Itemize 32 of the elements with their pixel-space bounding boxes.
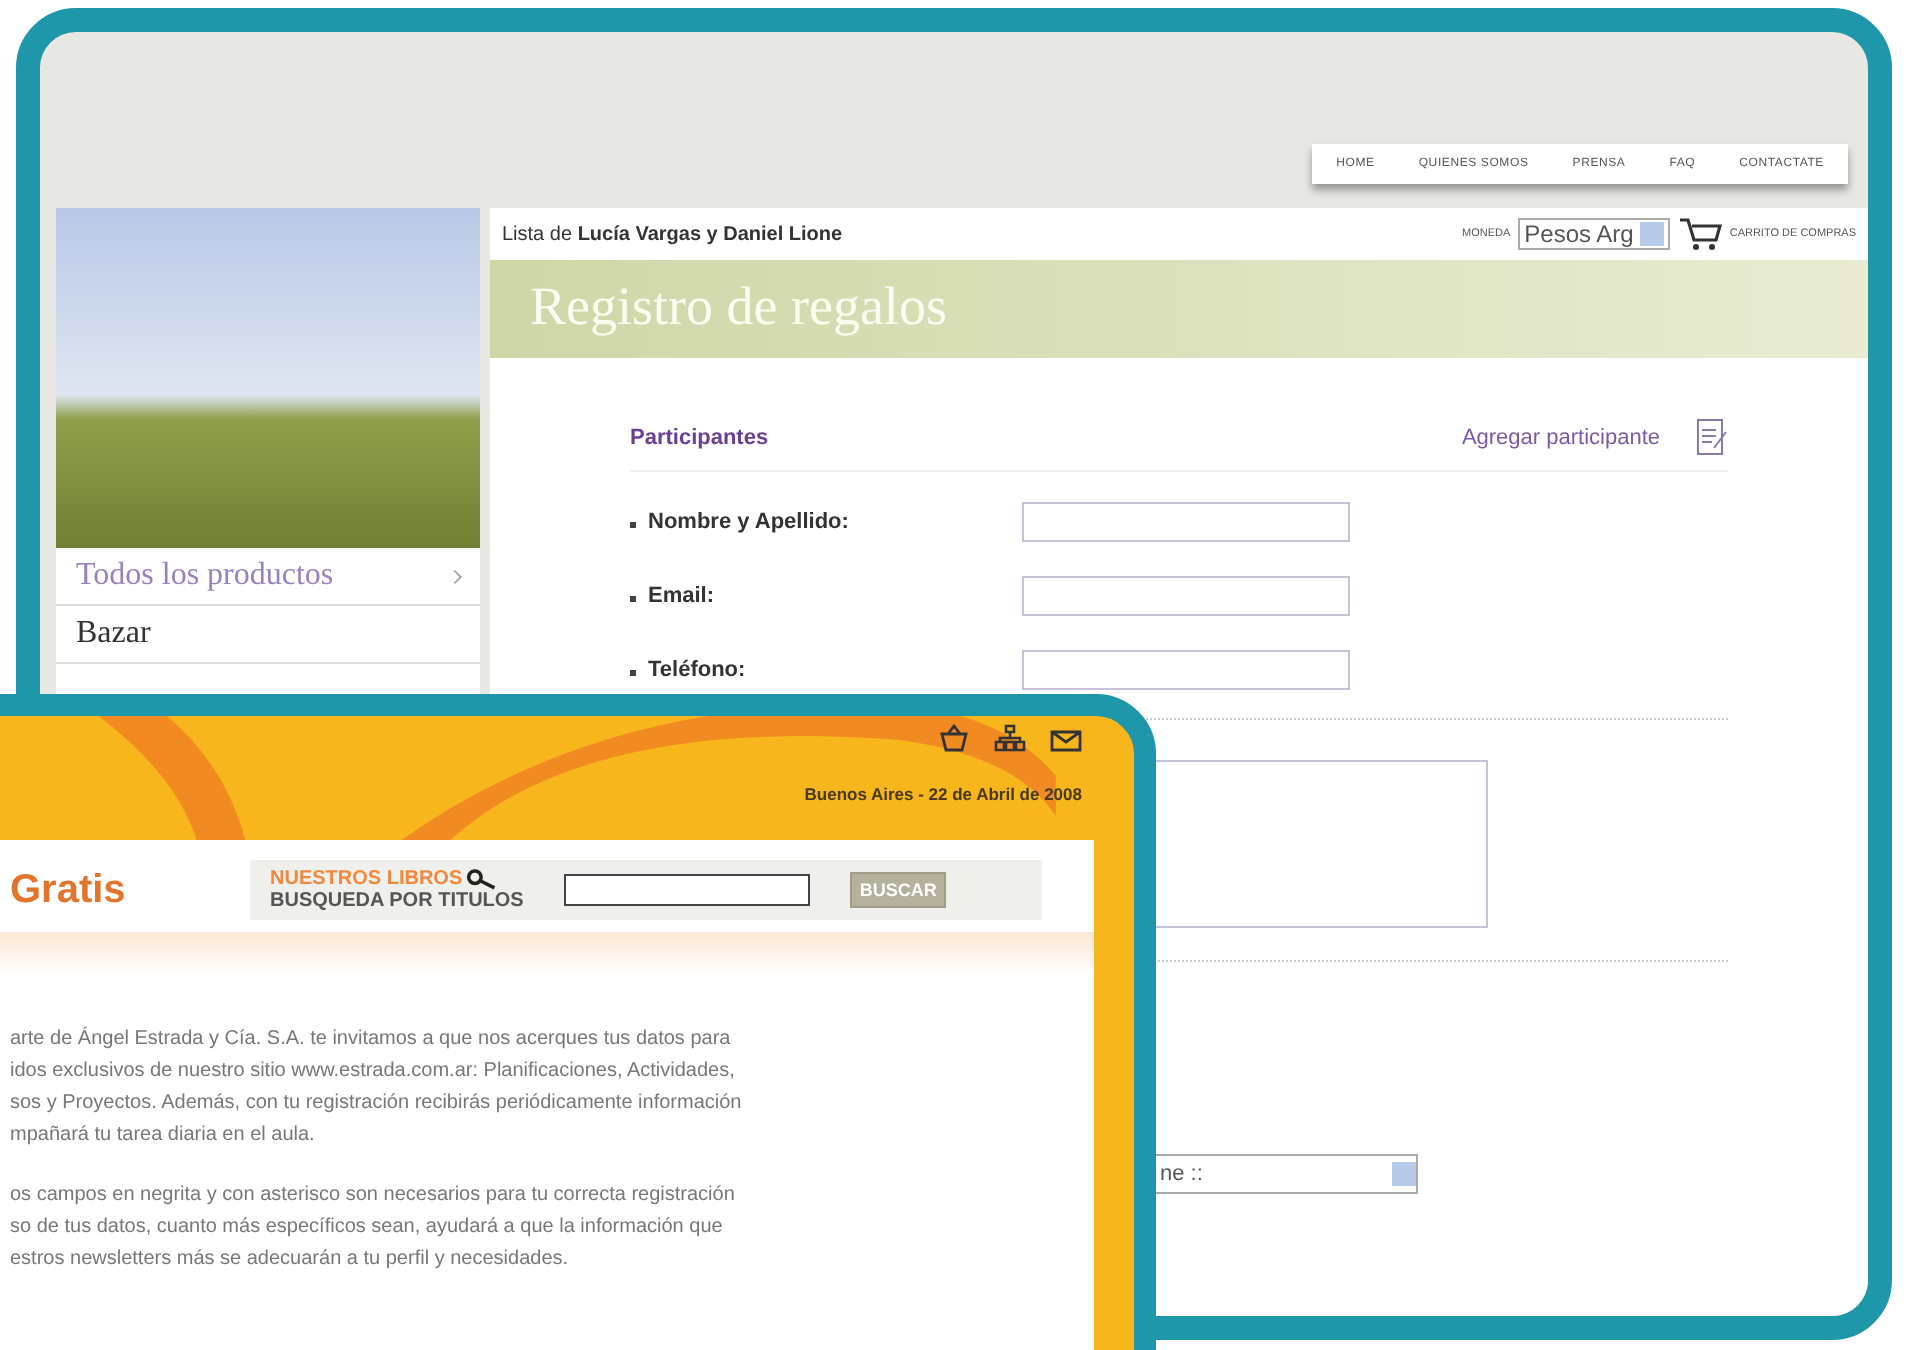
- search-title: NUESTROS LIBROS: [270, 868, 463, 890]
- paragraph-line: sos y Proyectos. Además, con tu registración recibirás periódicamente información: [10, 1090, 744, 1118]
- field-label: Teléfono:: [648, 657, 748, 681]
- field-label: Email:: [648, 583, 717, 607]
- select-field[interactable]: ne ::: [1154, 1154, 1418, 1194]
- search-field[interactable]: [563, 874, 810, 906]
- page-heading: Gratis: [10, 867, 128, 913]
- date-text: Buenos Aires - 22 de Abril de 2008: [804, 784, 1082, 804]
- section-title: Participantes: [630, 426, 769, 450]
- paragraph-line: idos exclusivos de nuestro sitio www.estrada.com.ar: Planificaciones, Actividades,: [10, 1058, 737, 1086]
- bullet-icon: [630, 670, 636, 676]
- paragraph-line: mpañará tu tarea diaria en el aula.: [10, 1122, 317, 1150]
- note-icon: [1696, 418, 1728, 458]
- sidebar-item[interactable]: Bazar: [56, 606, 480, 664]
- banner: Registro de regalos: [490, 260, 1868, 358]
- paragraph-line: estros newsletters más se adecuarán a tu perfil y necesidades.: [10, 1246, 571, 1274]
- sitemap-icon[interactable]: [994, 724, 1026, 752]
- currency-select[interactable]: Pesos Arg: [1518, 218, 1670, 250]
- field-label: Nombre y Apellido:: [648, 509, 851, 533]
- paragraph-line: os campos en negrita y con asterisco son necesarios para tu correcta registración: [10, 1182, 737, 1210]
- bullet-icon: [630, 596, 636, 602]
- bullet-icon: [630, 522, 636, 528]
- input-field[interactable]: [1022, 575, 1350, 615]
- input-field[interactable]: [1022, 501, 1350, 541]
- add-participant-link[interactable]: Agregar participante: [1461, 426, 1660, 450]
- paragraph-line: so de tus datos, cuanto más específicos sean, ayudará a que la información que: [10, 1214, 725, 1242]
- paragraph-line: arte de Ángel Estrada y Cía. S.A. te invitamos a que nos acerques tus datos para: [10, 1024, 733, 1054]
- cart-icon: [1677, 216, 1722, 252]
- basket-icon[interactable]: [938, 724, 970, 752]
- list-title: Lista de Lucía Vargas y Daniel Lione: [502, 223, 843, 245]
- input-field[interactable]: [1022, 649, 1350, 689]
- search-subtitle: BUSQUEDA POR TITULOS: [270, 890, 524, 912]
